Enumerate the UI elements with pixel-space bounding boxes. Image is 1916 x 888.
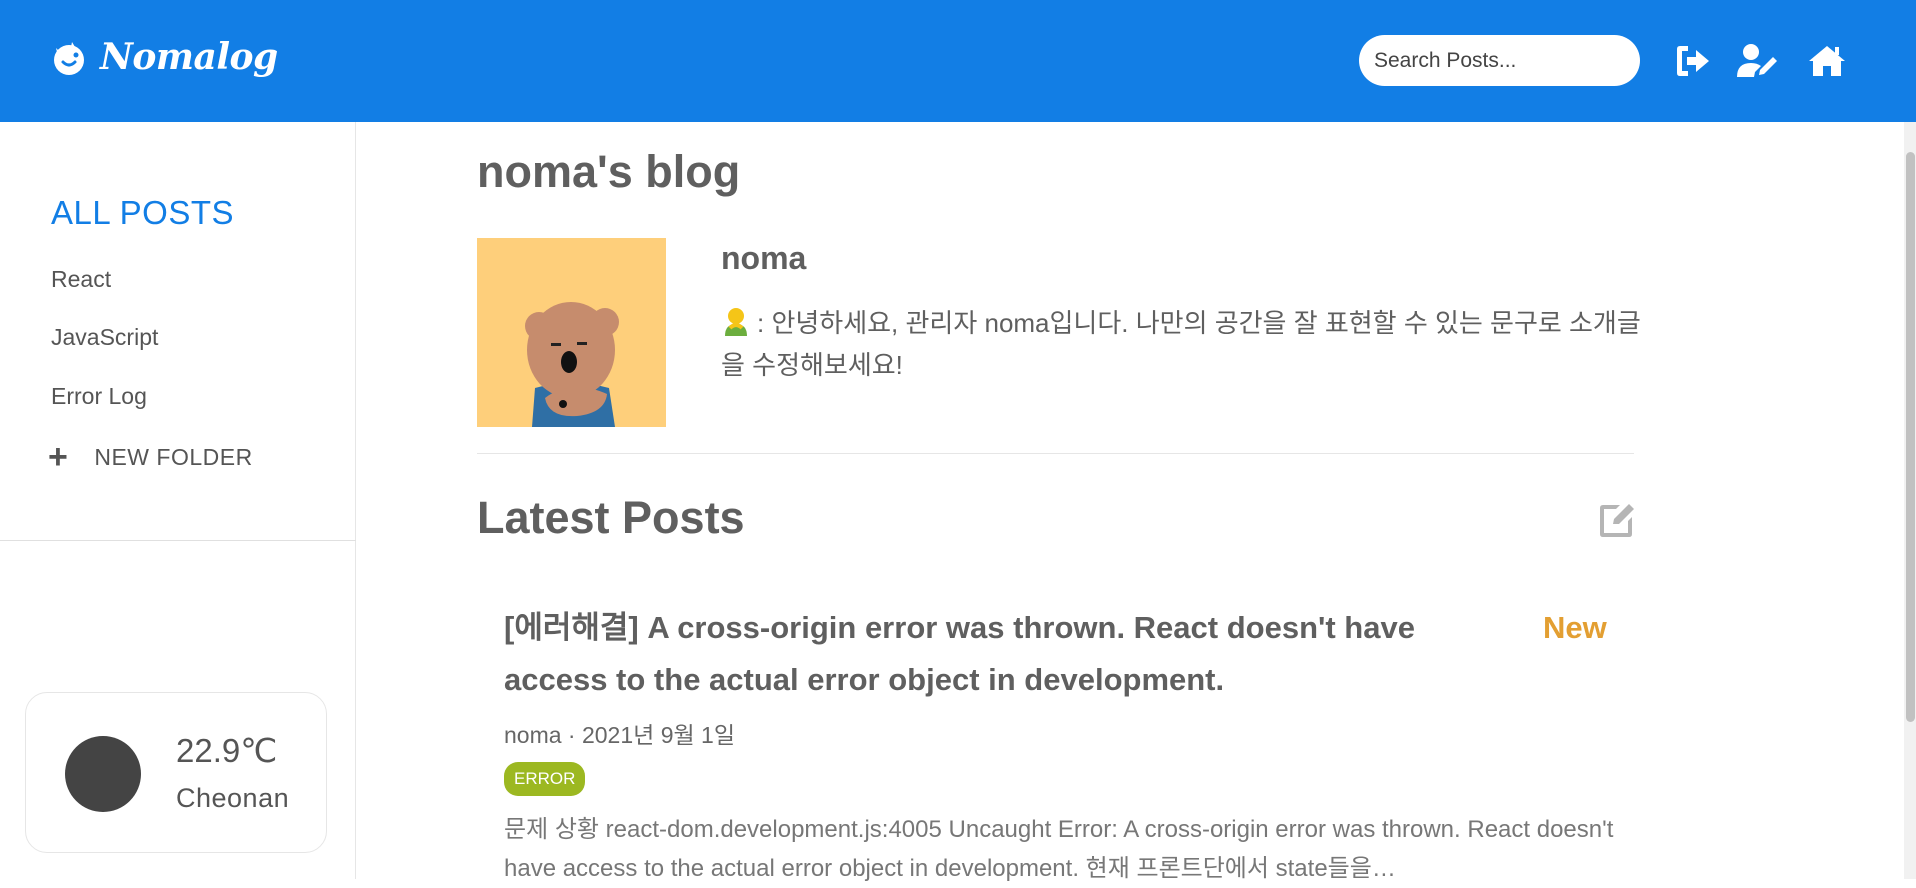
new-folder-button[interactable]: + NEW FOLDER (48, 440, 253, 474)
sidebar: ALL POSTS React JavaScript Error Log + N… (0, 122, 356, 879)
bear-avatar-image (477, 238, 666, 427)
blog-title: noma's blog (477, 146, 741, 197)
home-button[interactable] (1806, 40, 1848, 82)
home-icon (1809, 46, 1845, 76)
top-header: Nomalog (0, 0, 1916, 122)
profile-bio: : 안녕하세요, 관리자 noma입니다. 나만의 공간을 잘 표현할 수 있는… (721, 302, 1651, 386)
search-input[interactable] (1359, 35, 1640, 86)
weather-city: Cheonan (176, 783, 290, 813)
edit-profile-button[interactable] (1737, 40, 1779, 82)
sidebar-item-react[interactable]: React (51, 266, 111, 293)
logo-text: Nomalog (100, 36, 278, 78)
post-tag[interactable]: ERROR (504, 762, 586, 796)
logo-icon (54, 42, 84, 75)
plus-icon: + (48, 438, 69, 476)
post-title[interactable]: [에러해결] A cross-origin error was thrown. … (504, 602, 1504, 706)
main-content: noma's blog noma : 안녕하세요, 관리자 noma입니다. 나… (356, 122, 1916, 882)
sidebar-all-posts[interactable]: ALL POSTS (51, 194, 234, 232)
write-post-icon[interactable] (1596, 500, 1636, 540)
weather-icon (65, 736, 141, 812)
weather-temperature: 22.9℃ (176, 732, 278, 769)
new-folder-label: NEW FOLDER (94, 443, 253, 470)
person-emoji-icon (725, 308, 747, 336)
post-meta: noma · 2021년 9월 1일 (504, 722, 735, 748)
sidebar-divider (0, 540, 356, 541)
post-card[interactable]: [에러해결] A cross-origin error was thrown. … (504, 602, 1614, 888)
profile-bio-text: : 안녕하세요, 관리자 noma입니다. 나만의 공간을 잘 표현할 수 있는… (721, 308, 1641, 380)
sidebar-item-javascript[interactable]: JavaScript (51, 324, 158, 351)
avatar (477, 238, 666, 427)
sidebar-item-error-log[interactable]: Error Log (51, 383, 147, 410)
profile-name: noma (721, 240, 807, 276)
post-excerpt: 문제 상황 react-dom.development.js:4005 Unca… (504, 816, 1614, 882)
user-edit-icon (1737, 44, 1777, 77)
latest-posts-title: Latest Posts (477, 492, 745, 543)
new-badge: New (1543, 610, 1607, 645)
scrollbar[interactable] (1904, 122, 1916, 879)
logout-button[interactable] (1672, 40, 1714, 82)
scrollbar-thumb[interactable] (1906, 152, 1915, 722)
weather-widget: 22.9℃ Cheonan (25, 692, 327, 853)
logout-icon (1677, 46, 1709, 76)
profile-divider (477, 453, 1634, 454)
logo[interactable]: Nomalog (48, 36, 278, 78)
